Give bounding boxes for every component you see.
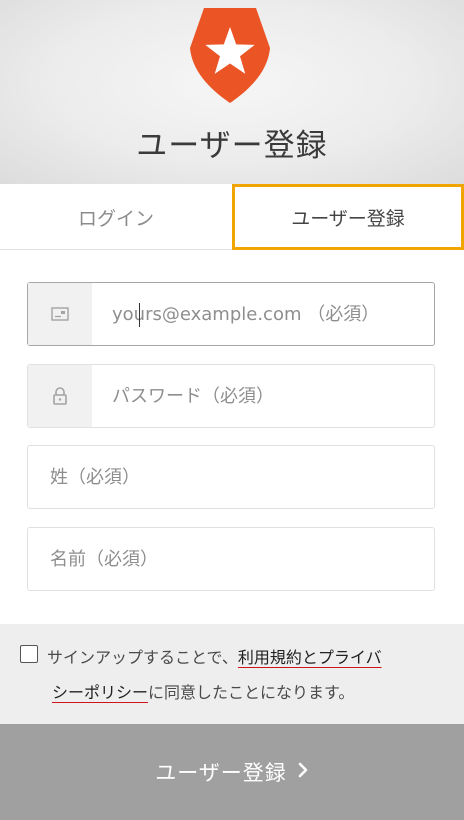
chevron-right-icon <box>297 760 309 784</box>
privacy-policy-link[interactable]: シーポリシー <box>52 683 148 702</box>
terms-link[interactable]: 利用規約とプライバ <box>238 648 382 667</box>
lock-icon <box>28 365 92 427</box>
page-title: ユーザー登録 <box>136 128 328 164</box>
signup-submit-button[interactable]: ユーザー登録 <box>0 724 464 820</box>
first-name-input[interactable] <box>50 528 424 590</box>
terms-checkbox[interactable] <box>20 645 38 663</box>
terms-prefix: サインアップすることで、 <box>47 648 238 667</box>
terms-section: サインアップすることで、利用規約とプライバ シーポリシーに同意したことになります… <box>0 624 464 724</box>
last-name-input[interactable] <box>50 446 424 508</box>
terms-text-line1: サインアップすることで、利用規約とプライバ <box>47 644 382 668</box>
envelope-icon <box>28 283 92 345</box>
last-name-field <box>27 445 435 509</box>
first-name-field <box>27 527 435 591</box>
auth-tabs: ログイン ユーザー登録 <box>0 184 464 250</box>
email-field <box>27 282 435 346</box>
submit-label: ユーザー登録 <box>155 761 287 785</box>
header: ユーザー登録 <box>0 0 464 184</box>
terms-text-line2: シーポリシーに同意したことになります。 <box>52 679 354 703</box>
text-cursor <box>139 303 140 327</box>
email-input[interactable] <box>112 283 424 345</box>
terms-suffix: に同意したことになります。 <box>148 683 355 702</box>
password-field <box>27 364 435 428</box>
tab-login[interactable]: ログイン <box>0 184 232 250</box>
password-input[interactable] <box>112 365 424 427</box>
auth0-logo <box>190 8 270 103</box>
tab-signup[interactable]: ユーザー登録 <box>232 184 464 250</box>
